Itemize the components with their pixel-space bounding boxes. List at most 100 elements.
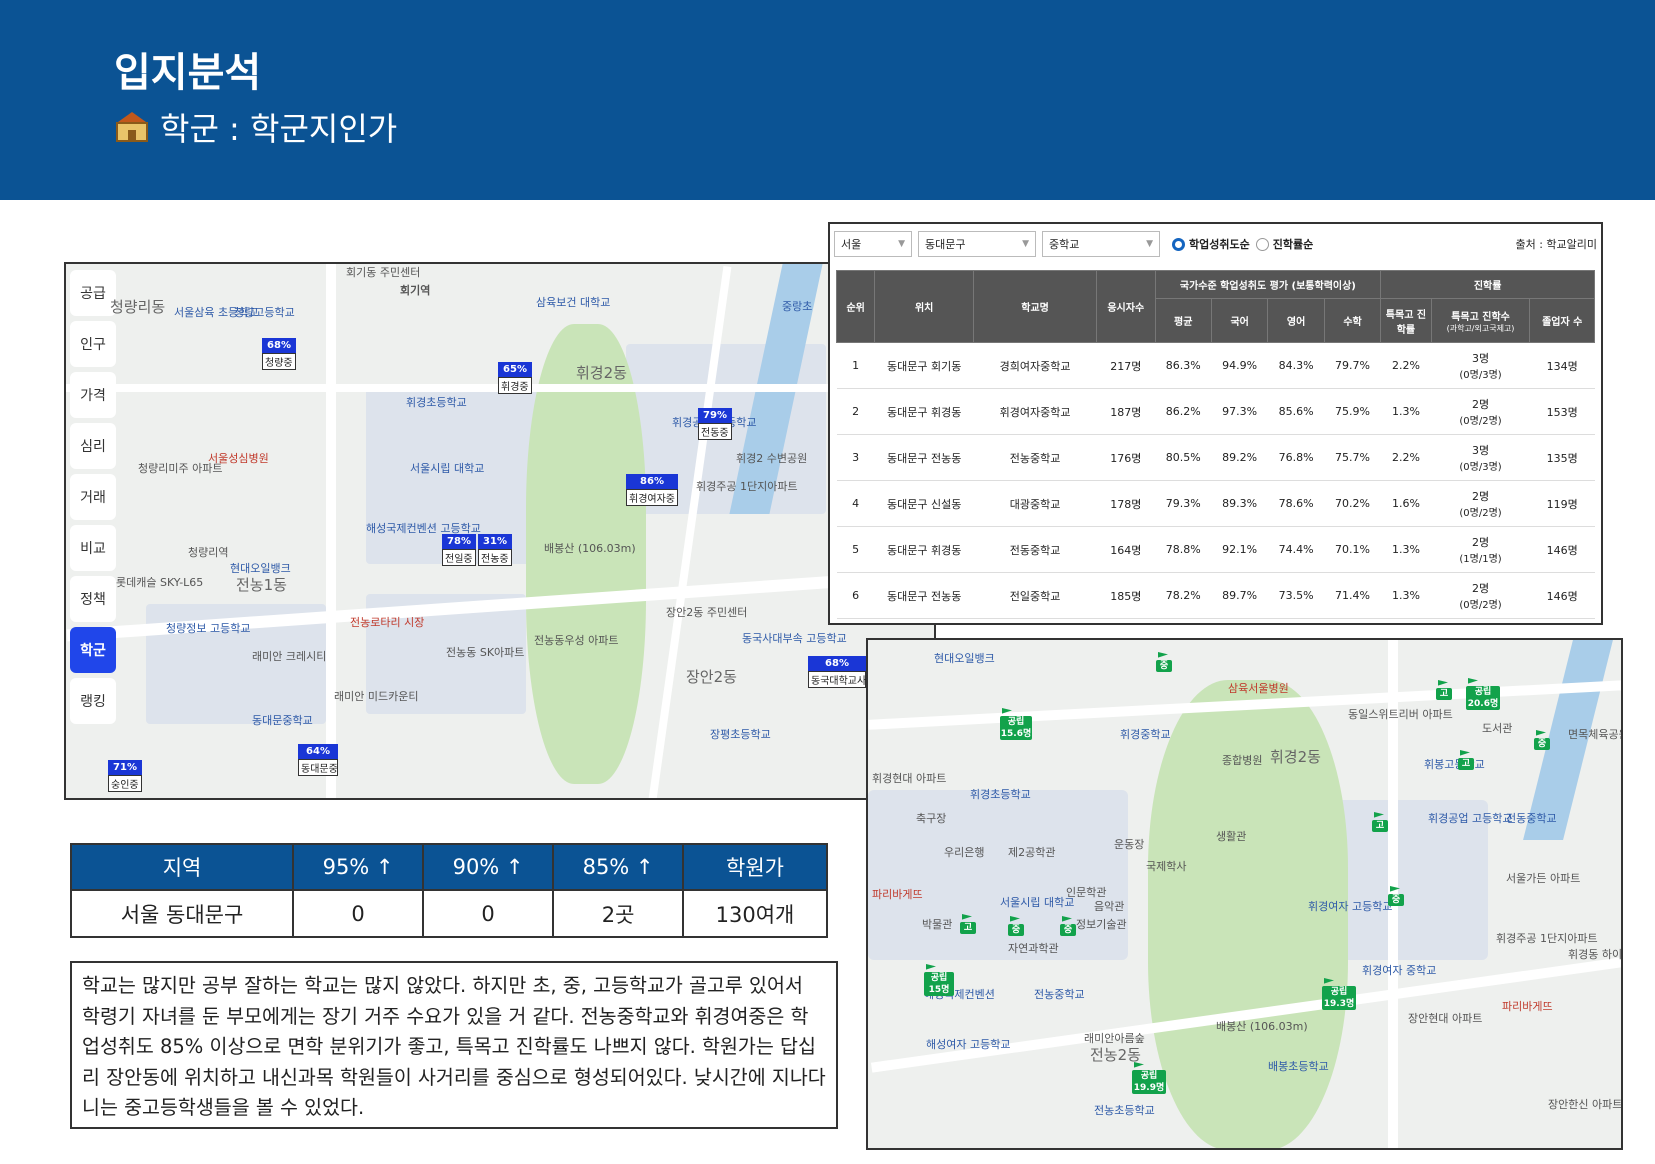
level-select[interactable]: 중학교 ▼	[1042, 231, 1160, 257]
sidebar-item-school[interactable]: 학군	[70, 627, 116, 673]
table-row[interactable]: 1 동대문구 회기동 경희여자중학교 217명 86.3% 94.9% 84.3% 79.7%…	[836, 342, 1595, 389]
cell-location: 동대문구 휘경동	[874, 526, 974, 573]
school-marker[interactable]: 중	[1156, 660, 1172, 672]
cell-graduates: 146명	[1529, 572, 1595, 619]
flag-percent: 68%	[808, 656, 866, 671]
school-marker[interactable]: 고	[1372, 820, 1388, 832]
school-flag[interactable]: 71% 숭인중	[108, 760, 142, 792]
cell-english: 78.6%	[1267, 480, 1325, 527]
table-row[interactable]: 2 동대문구 휘경동 휘경여자중학교 187명 86.2% 97.3% 85.6% 75.9%…	[836, 388, 1595, 435]
map-label: 전농동우성 아파트	[534, 634, 619, 647]
cell-location: 동대문구 회기동	[874, 342, 974, 389]
school-marker[interactable]: 중	[1008, 924, 1024, 936]
flag-school-name: 전농중	[478, 549, 512, 566]
map-label: 휘경2동	[576, 364, 627, 382]
school-flag[interactable]: 79% 전동중	[698, 408, 732, 440]
school-flag[interactable]: 64% 동대문중	[298, 744, 338, 776]
cell-school: 전농중학교	[973, 434, 1097, 481]
cell-avg: 80.5%	[1155, 434, 1212, 481]
table-row[interactable]: 6 동대문구 전농동 전일중학교 185명 78.2% 89.7% 73.5% 71.4% 1.…	[836, 572, 1595, 619]
school-flag[interactable]: 31% 전농중	[478, 534, 512, 566]
map-label: 제2공학관	[1008, 846, 1056, 859]
school-flag[interactable]: 65% 휘경중	[498, 362, 532, 394]
school-flag[interactable]: 68% 청량중	[262, 338, 296, 370]
page-title: 입지분석	[114, 50, 262, 96]
school-marker[interactable]: 중	[1060, 924, 1076, 936]
cell-takers: 185명	[1096, 572, 1155, 619]
school-flag[interactable]: 68% 동국대학교사	[808, 656, 866, 688]
map-label: 청량정보 고등학교	[166, 622, 251, 635]
school-flag[interactable]: 86% 휘경여자중	[626, 474, 678, 506]
map-label: 중랑초	[782, 300, 813, 313]
cell-special-count: 2명 (1명/1명)	[1431, 526, 1530, 573]
sort-radio-advancement[interactable]: 진학률순	[1255, 236, 1313, 252]
city-select[interactable]: 서울 ▼	[834, 231, 912, 257]
school-density-flag[interactable]: 공립 19.3명	[1322, 986, 1356, 1010]
sidebar-item-ranking[interactable]: 랭킹	[70, 678, 116, 724]
school-density-flag[interactable]: 공립 15.6명	[1000, 716, 1032, 740]
table-row[interactable]: 5 동대문구 휘경동 전동중학교 164명 78.8% 92.1% 74.4% 70.1% 1.…	[836, 526, 1595, 573]
cell-graduates: 153명	[1529, 388, 1595, 435]
map-label: 파리바게뜨	[872, 888, 923, 901]
school-density-flag[interactable]: 공립 19.9명	[1132, 1070, 1166, 1094]
cell-takers: 176명	[1096, 434, 1155, 481]
school-marker[interactable]: 중	[1388, 894, 1404, 906]
district-select[interactable]: 동대문구 ▼	[918, 231, 1036, 257]
school-marker[interactable]: 중	[1534, 738, 1550, 750]
cell-korean: 92.1%	[1211, 526, 1268, 573]
map-label: 휘경주공 1단지아파트	[696, 480, 798, 493]
school-density-flag[interactable]: 공립 15명	[924, 972, 954, 996]
school-marker[interactable]: 고	[1436, 688, 1452, 700]
cell-avg: 86.2%	[1155, 388, 1212, 435]
flag-type: 공립	[1140, 1071, 1158, 1081]
school-marker[interactable]: 고	[1458, 758, 1474, 770]
school-marker[interactable]: 고	[960, 922, 976, 934]
sidebar-item-policy[interactable]: 정책	[70, 576, 116, 622]
cell-korean: 89.3%	[1211, 480, 1268, 527]
table-row[interactable]: 4 동대문구 신설동 대광중학교 178명 79.3% 89.3% 78.6% 70.2% 1.…	[836, 480, 1595, 527]
cell-avg: 78.2%	[1155, 572, 1212, 619]
sidebar-item-population[interactable]: 인구	[70, 321, 116, 367]
map-label: 전동중학교	[1506, 812, 1557, 825]
cell-korean: 94.9%	[1211, 342, 1268, 389]
sidebar-item-compare[interactable]: 비교	[70, 525, 116, 571]
cell-school: 경희여자중학교	[973, 342, 1097, 389]
sort-radio-achievement[interactable]: 학업성취도순	[1172, 236, 1250, 252]
special-count-detail: (1명/1명)	[1459, 554, 1502, 565]
analysis-comment: 학교는 많지만 공부 잘하는 학교는 많지 않았다. 하지만 초, 중, 고등학…	[70, 961, 838, 1129]
cell-rank: 4	[836, 480, 875, 527]
table-row[interactable]: 3 동대문구 전농동 전농중학교 176명 80.5% 89.2% 76.8% 75.7% 2.…	[836, 434, 1595, 481]
cell-takers: 178명	[1096, 480, 1155, 527]
map-label: 파리바게뜨	[1502, 1000, 1553, 1013]
cell-special-count: 3명 (0명/3명)	[1431, 434, 1530, 481]
cell-math: 79.7%	[1324, 342, 1381, 389]
flag-percent: 31%	[478, 534, 512, 549]
cell-takers: 164명	[1096, 526, 1155, 573]
flag-type: 공립	[1007, 717, 1025, 727]
cell-math: 70.2%	[1324, 480, 1381, 527]
flag-percent: 86%	[626, 474, 678, 489]
flag-type: 공립	[1330, 987, 1348, 997]
academic-map[interactable]: 현대오일뱅크 삼육서울병원 동일스위트리버 아파트 도서관 면목체육공원 휘경중…	[866, 638, 1623, 1150]
sidebar-item-transaction[interactable]: 거래	[70, 474, 116, 520]
ranking-table: 순위 위치 학교명 응시자수 국가수준 학업성취도 평가 (보통학력이상) 진학…	[835, 270, 1595, 619]
flag-type: 공립	[1474, 687, 1492, 697]
school-density-flag[interactable]: 공립 20.6명	[1466, 686, 1500, 710]
map-label: 삼육보건 대학교	[536, 296, 611, 309]
map-label: 생활관	[1216, 830, 1247, 843]
district-select-value: 동대문구	[925, 238, 966, 251]
sum-col-85: 85% ↑	[552, 843, 685, 891]
special-count-detail: (0명/2명)	[1459, 600, 1502, 611]
filter-bar: 서울 ▼ 동대문구 ▼ 중학교 ▼ 학업성취도순 진학률순 출처 : 학교알리미	[834, 230, 1597, 258]
special-count-detail: (0명/2명)	[1459, 416, 1502, 427]
school-flag[interactable]: 78% 전일중	[442, 534, 476, 566]
map-label: 휘경초등학교	[970, 788, 1031, 801]
map-label: 삼육서울병원	[1228, 682, 1289, 695]
cell-special-count: 3명 (0명/3명)	[1431, 342, 1530, 389]
cell-math: 71.4%	[1324, 572, 1381, 619]
sidebar-item-price[interactable]: 가격	[70, 372, 116, 418]
map-label: 래미안 크레시티	[252, 650, 327, 663]
school-map[interactable]: 공급 인구 가격 심리 거래 비교 정책 학군 랭킹 회기동 주민센터 청량리동…	[64, 262, 936, 800]
cell-rank: 1	[836, 342, 875, 389]
sidebar-item-sentiment[interactable]: 심리	[70, 423, 116, 469]
